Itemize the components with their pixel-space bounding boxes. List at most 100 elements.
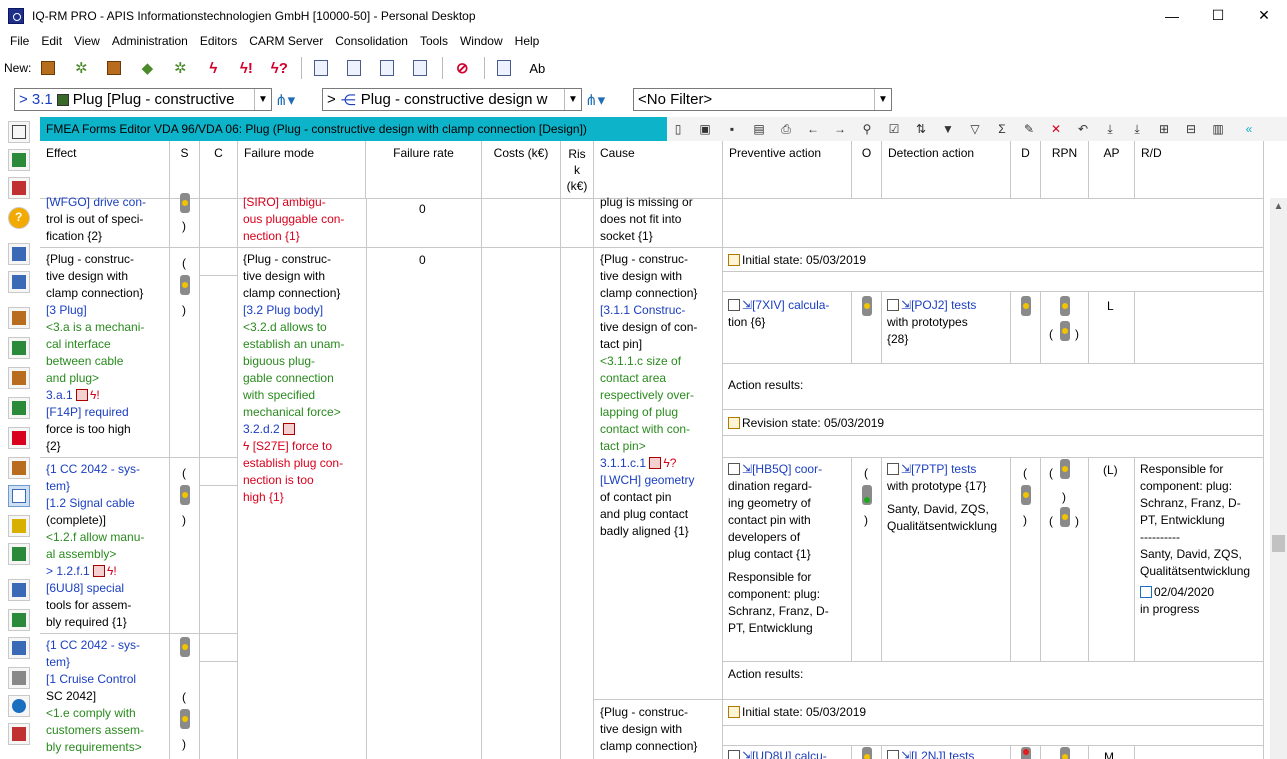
save-icon[interactable]: ▪ — [721, 120, 743, 138]
ap-value-3[interactable]: M — [1104, 749, 1114, 759]
scroll-up-icon[interactable]: ▲ — [1270, 198, 1287, 215]
sidebar-analysis-button[interactable] — [8, 271, 30, 293]
sidebar-properties-button[interactable] — [8, 723, 30, 745]
initial-state-2[interactable]: Initial state: 05/03/2019 — [728, 704, 866, 721]
cause-top[interactable]: plug is missing or does not fit into soc… — [600, 194, 693, 245]
sidebar-form-button[interactable] — [8, 337, 30, 359]
col-failure-mode[interactable]: Failure mode — [238, 141, 366, 199]
formula-icon[interactable]: Σ — [991, 120, 1013, 138]
filter-clear-icon[interactable]: ▽ — [964, 120, 986, 138]
cause-2[interactable]: {Plug - construc- tive design with clamp… — [600, 704, 697, 755]
sidebar-function-net-button[interactable] — [8, 397, 30, 419]
new-function-button[interactable]: ✲ — [70, 57, 92, 79]
menu-help[interactable]: Help — [509, 34, 546, 48]
binoculars-icon[interactable]: ⚲ — [856, 120, 878, 138]
arrow-right-icon[interactable]: → — [829, 120, 851, 138]
sidebar-net-button[interactable] — [8, 457, 30, 479]
cause-1[interactable]: {Plug - construc- tive design with clamp… — [600, 251, 697, 540]
detection-action-3[interactable]: ⇲[L2NJ] tests — [887, 748, 974, 759]
col-classification[interactable]: C — [200, 141, 238, 199]
menu-carm-server[interactable]: CARM Server — [243, 34, 329, 48]
form-layout-button[interactable] — [493, 57, 515, 79]
tree-icon[interactable]: ⋔▾ — [585, 91, 609, 109]
action-results-1[interactable]: Action results: — [728, 377, 803, 394]
failure-mode-top[interactable]: [SIRO] ambigu- ous pluggable con- nectio… — [243, 194, 344, 245]
menu-tools[interactable]: Tools — [414, 34, 454, 48]
col-detection[interactable]: D — [1011, 141, 1041, 199]
new-structure-element-button[interactable] — [37, 57, 59, 79]
col-cause[interactable]: Cause — [594, 141, 723, 199]
text-format-button[interactable]: Ab — [526, 57, 548, 79]
collapse-icon[interactable]: ⊟ — [1180, 120, 1202, 138]
col-rpn[interactable]: RPN — [1041, 141, 1089, 199]
col-rd[interactable]: R/D — [1135, 141, 1264, 199]
new-failure-cause-button[interactable]: ϟ? — [268, 57, 290, 79]
structure-selector[interactable]: > 3.1 Plug [Plug - constructive ▼ — [14, 88, 272, 111]
delete-document-button[interactable] — [376, 57, 398, 79]
find-document-button[interactable] — [409, 57, 431, 79]
sidebar-search-button[interactable] — [8, 667, 30, 689]
ap-value-2[interactable]: (L) — [1103, 462, 1118, 479]
col-costs[interactable]: Costs (k€) — [482, 141, 561, 199]
print-icon[interactable]: ⎙ — [775, 120, 797, 138]
new-object-button[interactable] — [103, 57, 125, 79]
menu-window[interactable]: Window — [454, 34, 509, 48]
failure-mode-1[interactable]: {Plug - construc- tive design with clamp… — [243, 251, 344, 506]
col-ap[interactable]: AP — [1089, 141, 1135, 199]
sidebar-schedule-button[interactable] — [8, 637, 30, 659]
action-results-2[interactable]: Action results: — [728, 666, 803, 683]
stop-button[interactable]: ⊘ — [451, 57, 473, 79]
vertical-scrollbar[interactable]: ▲ — [1270, 198, 1287, 759]
revision-state[interactable]: Revision state: 05/03/2019 — [728, 415, 884, 432]
failure-rate-top[interactable]: 0 — [419, 201, 426, 218]
open-icon[interactable]: ▣ — [694, 120, 716, 138]
ap-value-1[interactable]: L — [1107, 298, 1114, 315]
new-page-icon[interactable]: ▯ — [667, 120, 689, 138]
scrollbar-thumb[interactable] — [1272, 535, 1285, 552]
preventive-action-3[interactable]: ⇲[UD8U] calcu- — [728, 748, 827, 759]
download-alt-icon[interactable]: ⤓ — [1126, 120, 1148, 138]
copy-button[interactable] — [343, 57, 365, 79]
menu-administration[interactable]: Administration — [106, 34, 194, 48]
menu-consolidation[interactable]: Consolidation — [329, 34, 414, 48]
sidebar-help-button[interactable]: ? — [8, 207, 30, 229]
sidebar-lambda-button[interactable] — [8, 543, 30, 565]
maximize-button[interactable]: ☐ — [1195, 0, 1241, 31]
calendar-button[interactable] — [310, 57, 332, 79]
menu-editors[interactable]: Editors — [194, 34, 243, 48]
sidebar-hierarchy-button[interactable] — [8, 367, 30, 389]
chevron-down-icon[interactable]: ▼ — [564, 89, 581, 110]
menu-file[interactable]: File — [4, 34, 35, 48]
effect-top[interactable]: [WFGO] drive con- trol is out of speci- … — [46, 194, 146, 245]
col-detection-action[interactable]: Detection action — [882, 141, 1011, 199]
minimize-button[interactable]: — — [1149, 0, 1195, 31]
new-failure-button[interactable]: ϟ — [202, 57, 224, 79]
sidebar-measures-button[interactable] — [8, 515, 30, 537]
tree-icon[interactable]: ⋔▾ — [275, 91, 299, 109]
sidebar-failure-net-button[interactable] — [8, 427, 30, 449]
undo-icon[interactable]: ↶ — [1072, 120, 1094, 138]
preventive-action-1[interactable]: ⇲[7XIV] calcula- tion {6} — [728, 297, 829, 331]
detection-action-2[interactable]: ⇲[7PTP] tests with prototype {17} Santy,… — [887, 461, 997, 535]
failure-rate-1[interactable]: 0 — [419, 252, 426, 269]
col-preventive-action[interactable]: Preventive action — [723, 141, 852, 199]
effect-2[interactable]: {1 CC 2042 - sys- tem} [1.2 Signal cable… — [46, 461, 144, 631]
download-icon[interactable]: ⤓ — [1099, 120, 1121, 138]
col-severity[interactable]: S — [170, 141, 200, 199]
responsible-2[interactable]: Responsible for component: plug: Schranz… — [1140, 461, 1250, 618]
detection-action-1[interactable]: ⇲[POJ2] tests with prototypes {28} — [887, 297, 976, 348]
function-selector[interactable]: > ⋲ Plug - constructive design w ▼ — [322, 88, 582, 111]
menu-edit[interactable]: Edit — [35, 34, 68, 48]
chevron-down-icon[interactable]: ▼ — [874, 89, 891, 110]
columns-icon[interactable]: ▥ — [1207, 120, 1229, 138]
sidebar-report-button[interactable] — [8, 579, 30, 601]
sidebar-info-button[interactable] — [8, 695, 30, 717]
chevron-right-icon[interactable]: « — [1238, 120, 1260, 138]
sidebar-checklist-button[interactable] — [8, 243, 30, 265]
sidebar-table-button[interactable] — [8, 177, 30, 199]
sidebar-chart-button[interactable] — [8, 609, 30, 631]
menu-view[interactable]: View — [68, 34, 106, 48]
sidebar-overview-button[interactable] — [8, 121, 30, 143]
delete-icon[interactable]: ✕ — [1045, 120, 1067, 138]
sidebar-list-button[interactable] — [8, 149, 30, 171]
